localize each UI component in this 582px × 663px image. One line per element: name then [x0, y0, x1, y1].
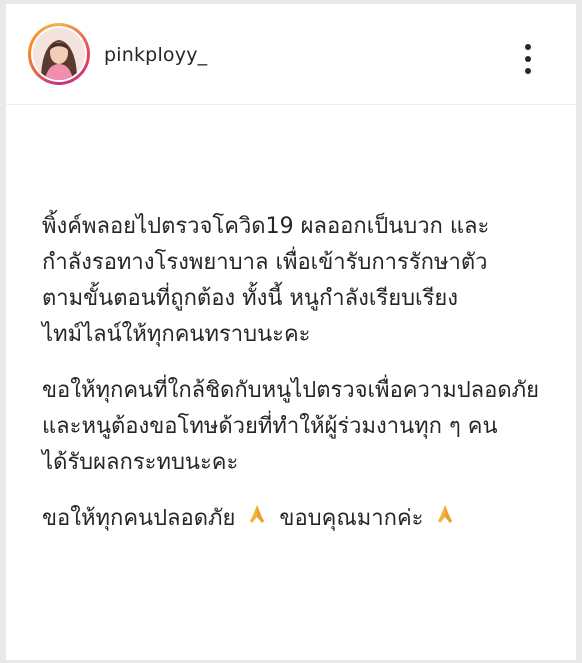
- caption-paragraph-3: ขอให้ทุกคนปลอดภัย ขอบคุณมากค่ะ: [42, 501, 562, 537]
- caption-paragraph-2: ขอให้ทุกคนที่ใกล้ชิดกับหนูไปตรวจเพื่อควา…: [42, 373, 562, 481]
- avatar-inner: [31, 26, 87, 82]
- post-card: pinkployy_ พิ้งค์พลอยไปตรวจโควิด19 ผลออก…: [6, 4, 576, 660]
- profile-photo: [33, 28, 85, 80]
- closing-text-1: ขอให้ทุกคนปลอดภัย: [42, 506, 236, 531]
- post-caption: พิ้งค์พลอยไปตรวจโควิด19 ผลออกเป็นบวก และ…: [42, 209, 562, 557]
- caption-line: ได้รับผลกระทบนะคะ: [42, 450, 239, 475]
- post-header: pinkployy_: [6, 4, 576, 105]
- caption-line: และหนูต้องขอโทษด้วยที่ทำให้ผู้ร่วมงานทุก…: [42, 414, 498, 439]
- avatar[interactable]: [28, 23, 90, 85]
- more-vertical-icon[interactable]: [512, 40, 542, 80]
- caption-line: ไทม์ไลน์ให้ทุกคนทราบนะคะ: [42, 322, 311, 347]
- caption-line: ตามขั้นตอนที่ถูกต้อง ทั้งนี้ หนูกำลังเรี…: [42, 286, 459, 311]
- closing-text-2: ขอบคุณมากค่ะ: [279, 506, 424, 531]
- caption-closing-line: ขอให้ทุกคนปลอดภัย ขอบคุณมากค่ะ: [42, 501, 562, 537]
- caption-line: กำลังรอทางโรงพยาบาล เพื่อเข้ารับการรักษา…: [42, 250, 488, 275]
- username[interactable]: pinkployy_: [104, 44, 207, 66]
- caption-line: พิ้งค์พลอยไปตรวจโควิด19 ผลออกเป็นบวก และ: [42, 214, 490, 239]
- folded-hands-emoji: [246, 501, 268, 537]
- folded-hands-emoji: [434, 501, 456, 537]
- caption-paragraph-1: พิ้งค์พลอยไปตรวจโควิด19 ผลออกเป็นบวก และ…: [42, 209, 562, 353]
- caption-line: ขอให้ทุกคนที่ใกล้ชิดกับหนูไปตรวจเพื่อควา…: [42, 378, 540, 403]
